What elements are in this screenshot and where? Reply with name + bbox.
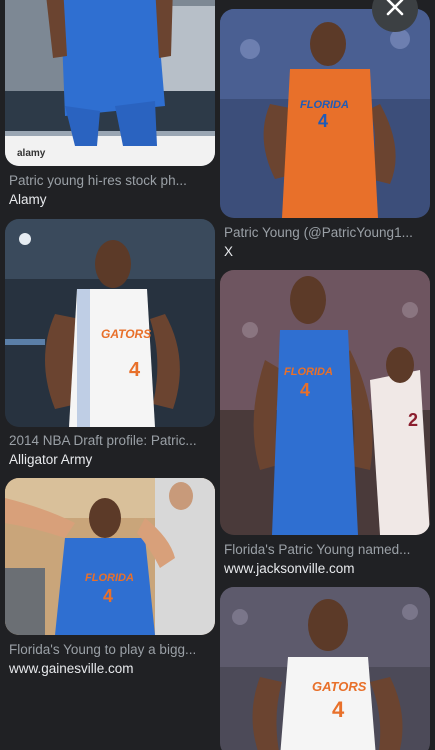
jersey-number: 4 bbox=[318, 111, 329, 131]
jersey-number: 4 bbox=[129, 359, 141, 381]
watermark-text: alamy bbox=[17, 148, 46, 159]
result-caption: Patric Young (@PatricYoung1... bbox=[224, 225, 413, 240]
result-caption: Patric young hi-res stock ph... bbox=[9, 173, 187, 188]
result-thumbnail[interactable]: FLORIDA 4 bbox=[5, 478, 215, 635]
result-thumbnail[interactable]: FLORIDA 4 2 bbox=[220, 270, 430, 535]
result-source: www.gainesville.com bbox=[9, 661, 134, 676]
jersey-number: 4 bbox=[103, 586, 114, 606]
result-source: X bbox=[224, 244, 234, 259]
result-thumbnail[interactable]: GATORS 4 bbox=[220, 587, 430, 750]
result-source: Alligator Army bbox=[9, 452, 93, 467]
result-thumbnail[interactable]: GATORS 4 bbox=[5, 219, 215, 427]
jersey-text: GATORS bbox=[312, 679, 367, 694]
image-results-grid: alamy Patric young hi-res stock ph... Al… bbox=[0, 0, 435, 750]
jersey-text: FLORIDA bbox=[284, 366, 333, 378]
jersey-number: 4 bbox=[332, 697, 345, 722]
result-caption: Florida's Patric Young named... bbox=[224, 542, 411, 557]
result-thumbnail[interactable]: alamy bbox=[5, 0, 215, 166]
opponent-jersey-number: 2 bbox=[408, 410, 419, 430]
close-icon bbox=[386, 0, 404, 21]
jersey-text: GATORS bbox=[101, 327, 152, 341]
result-thumbnail[interactable]: FLORIDA 4 bbox=[220, 9, 430, 218]
jersey-text: FLORIDA bbox=[300, 99, 349, 111]
result-caption: 2014 NBA Draft profile: Patric... bbox=[9, 433, 197, 448]
result-source: Alamy bbox=[9, 192, 47, 207]
jersey-number: 4 bbox=[300, 380, 311, 400]
jersey-text: FLORIDA bbox=[85, 572, 134, 584]
result-source: www.jacksonville.com bbox=[224, 561, 355, 576]
result-caption: Florida's Young to play a bigg... bbox=[9, 642, 197, 657]
